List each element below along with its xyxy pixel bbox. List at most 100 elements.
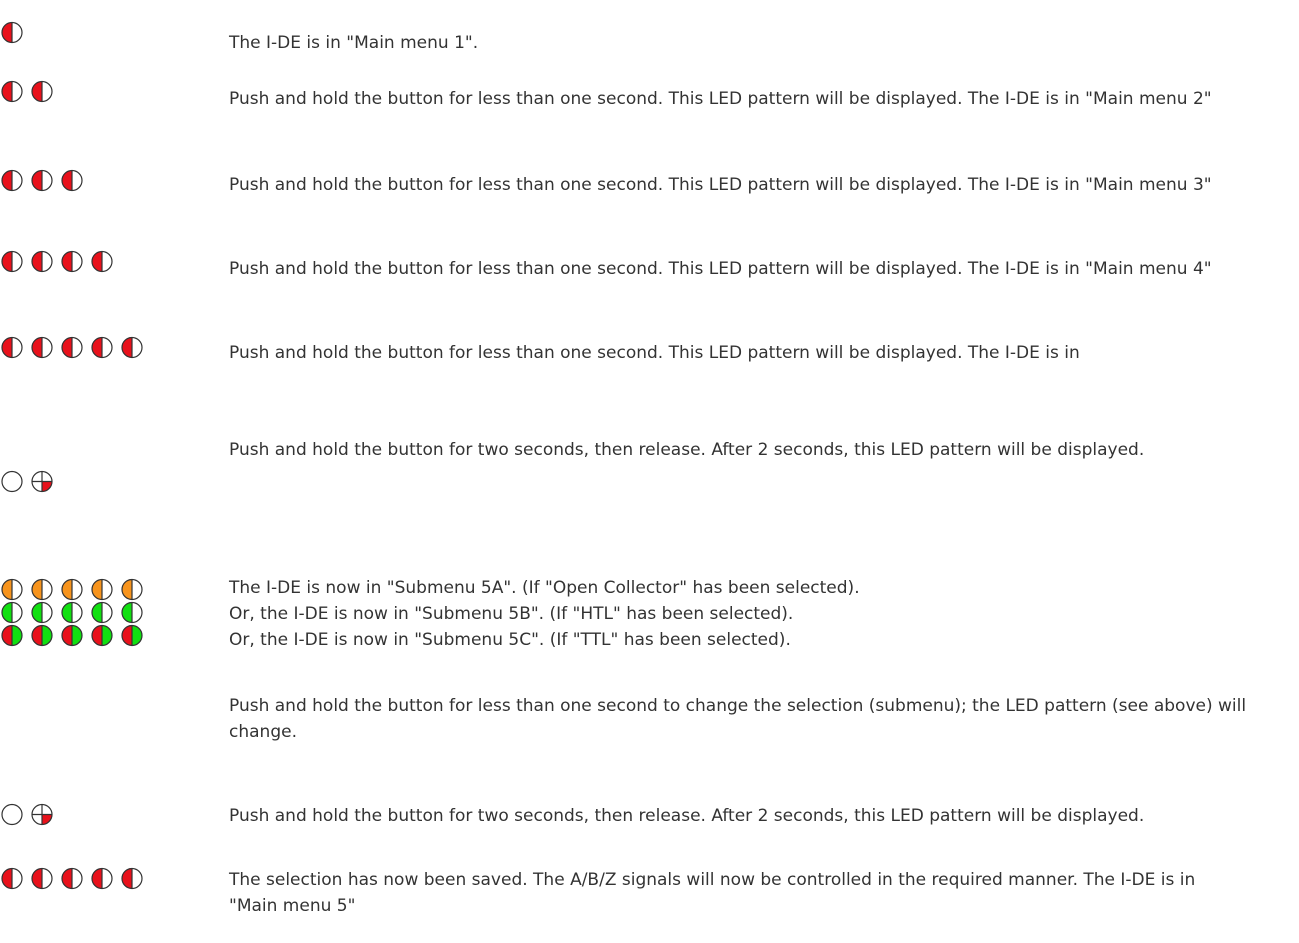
orange-white-led-icon — [1, 578, 23, 601]
led-quarter-red-icon — [31, 470, 53, 493]
led — [0, 250, 30, 273]
step-line: Or, the I-DE is now in "Submenu 5B". (If… — [229, 604, 794, 624]
step-line: The selection has now been saved. The A/… — [229, 870, 1196, 916]
red-white-led-icon — [31, 250, 53, 273]
red-white-led-icon — [1, 250, 23, 273]
orange-white-led-icon — [121, 578, 143, 601]
step-text: Push and hold the button for two seconds… — [229, 437, 1249, 463]
red-white-led-icon — [61, 336, 83, 359]
led-row — [0, 867, 150, 890]
red-white-led-icon — [1, 21, 23, 44]
led — [30, 578, 60, 601]
led-row — [0, 578, 150, 601]
led-row — [0, 336, 150, 359]
led — [120, 624, 150, 647]
led — [90, 578, 120, 601]
led-pattern — [0, 169, 90, 192]
led — [120, 578, 150, 601]
led — [90, 336, 120, 359]
red-white-led-icon — [61, 867, 83, 890]
step-line: Or, the I-DE is now in "Submenu 5C". (If… — [229, 630, 791, 650]
led — [120, 867, 150, 890]
led — [30, 624, 60, 647]
red-white-led-icon — [121, 336, 143, 359]
led — [0, 624, 30, 647]
led — [60, 601, 90, 624]
led — [30, 803, 60, 826]
led — [0, 867, 30, 890]
red-white-led-icon — [31, 169, 53, 192]
step-text: Push and hold the button for less than o… — [229, 693, 1249, 745]
red-white-led-icon — [91, 336, 113, 359]
green-white-led-icon — [121, 601, 143, 624]
red-white-led-icon — [121, 867, 143, 890]
red-white-led-icon — [31, 867, 53, 890]
led-row — [0, 803, 60, 826]
led-quarter-red-icon — [31, 803, 53, 826]
led — [0, 601, 30, 624]
red-green-led-icon — [1, 624, 23, 647]
led-pattern — [0, 470, 60, 493]
red-white-led-icon — [1, 169, 23, 192]
led — [60, 867, 90, 890]
step-line: Push and hold the button for less than o… — [229, 696, 1247, 742]
led — [60, 169, 90, 192]
step-line: Push and hold the button for less than o… — [229, 259, 1212, 279]
led-pattern — [0, 336, 150, 359]
led — [0, 470, 30, 493]
led — [30, 250, 60, 273]
led-row — [0, 624, 150, 647]
led — [60, 624, 90, 647]
red-green-led-icon — [91, 624, 113, 647]
led-row — [0, 470, 60, 493]
step-line: Push and hold the button for less than o… — [229, 175, 1212, 195]
red-white-led-icon — [31, 80, 53, 103]
step-text: The selection has now been saved. The A/… — [229, 867, 1249, 919]
green-white-led-icon — [31, 601, 53, 624]
led-row — [0, 601, 150, 624]
led — [60, 336, 90, 359]
led — [0, 80, 30, 103]
led — [30, 601, 60, 624]
led-pattern — [0, 867, 150, 890]
led — [0, 169, 30, 192]
step-text: Push and hold the button for two seconds… — [229, 803, 1249, 829]
led — [30, 80, 60, 103]
step-text: Push and hold the button for less than o… — [229, 340, 1249, 366]
led-pattern — [0, 21, 30, 44]
step-line: Push and hold the button for less than o… — [229, 89, 1212, 109]
step-line: Push and hold the button for less than o… — [229, 343, 1080, 363]
led-row — [0, 250, 120, 273]
led — [90, 250, 120, 273]
led-row — [0, 169, 90, 192]
orange-white-led-icon — [31, 578, 53, 601]
step-line: Push and hold the button for two seconds… — [229, 806, 1145, 826]
red-white-led-icon — [61, 250, 83, 273]
led — [90, 601, 120, 624]
led — [0, 578, 30, 601]
red-white-led-icon — [61, 169, 83, 192]
step-line: The I-DE is in "Main menu 1". — [229, 33, 479, 53]
led — [30, 470, 60, 493]
orange-white-led-icon — [61, 578, 83, 601]
green-white-led-icon — [1, 601, 23, 624]
orange-white-led-icon — [91, 578, 113, 601]
led — [60, 578, 90, 601]
led — [0, 803, 30, 826]
led — [30, 867, 60, 890]
led — [0, 21, 30, 44]
step-text: The I-DE is in "Main menu 1". — [229, 30, 1249, 56]
step-text: Push and hold the button for less than o… — [229, 86, 1249, 112]
red-green-led-icon — [31, 624, 53, 647]
led-row — [0, 21, 30, 44]
led-pattern — [0, 80, 60, 103]
green-white-led-icon — [91, 601, 113, 624]
led — [30, 336, 60, 359]
led — [120, 336, 150, 359]
led — [90, 624, 120, 647]
led-row — [0, 80, 60, 103]
led-pattern — [0, 578, 150, 647]
red-white-led-icon — [31, 336, 53, 359]
step-line: The I-DE is now in "Submenu 5A". (If "Op… — [229, 578, 860, 598]
led — [120, 601, 150, 624]
